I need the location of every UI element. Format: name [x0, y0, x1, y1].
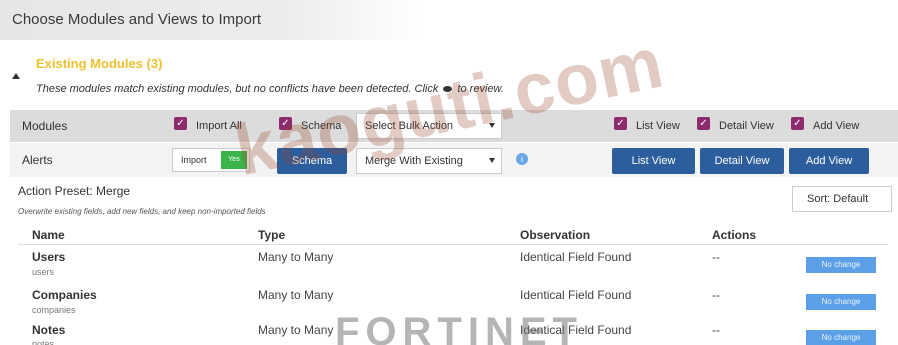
no-change-badge[interactable]: No change	[806, 330, 876, 345]
add-view-label: Add View	[813, 120, 860, 132]
row-name: Notes	[32, 323, 66, 337]
sort-select[interactable]: Sort: Default	[792, 186, 892, 212]
row-subname: companies	[32, 305, 76, 315]
alerts-label: Alerts	[22, 153, 53, 167]
header-divider	[18, 244, 888, 245]
title-bar: Choose Modules and Views to Import	[0, 0, 420, 40]
list-view-checkbox[interactable]: ✓	[614, 117, 627, 130]
import-all-checkbox[interactable]: ✓	[174, 117, 187, 130]
row-subname: notes	[32, 339, 55, 345]
page-title: Choose Modules and Views to Import	[12, 11, 262, 28]
import-toggle-label: Import	[181, 155, 207, 165]
row-observation: Identical Field Found	[520, 250, 632, 264]
add-view-checkbox[interactable]: ✓	[791, 117, 804, 130]
row-observation: Identical Field Found	[520, 288, 632, 302]
logo-text: FORTINET	[335, 310, 583, 345]
row-type: Many to Many	[258, 250, 334, 264]
row-actions: --	[712, 323, 720, 337]
row-subname: users	[32, 267, 55, 277]
row-type: Many to Many	[258, 323, 334, 337]
no-change-badge[interactable]: No change	[806, 294, 876, 310]
add-view-button[interactable]: Add View	[789, 148, 869, 174]
action-preset-title: Action Preset: Merge	[18, 184, 131, 198]
column-header-name: Name	[32, 228, 65, 242]
row-name: Users	[32, 250, 66, 264]
detail-view-label: Detail View	[719, 120, 774, 132]
list-view-button[interactable]: List View	[612, 148, 695, 174]
info-icon[interactable]: i	[516, 153, 528, 165]
list-view-label: List View	[636, 120, 680, 132]
existing-modules-heading[interactable]: Existing Modules (3)	[36, 56, 162, 71]
detail-view-checkbox[interactable]: ✓	[697, 117, 710, 130]
chevron-down-icon	[489, 158, 495, 163]
no-change-badge[interactable]: No change	[806, 257, 876, 273]
row-type: Many to Many	[258, 288, 334, 302]
fortinet-logo: FORTINET	[335, 310, 675, 345]
detail-view-button[interactable]: Detail View	[700, 148, 784, 174]
collapse-caret-icon[interactable]	[12, 73, 20, 79]
row-actions: --	[712, 250, 720, 264]
action-preset-description: Overwrite existing fields, add new field…	[18, 207, 266, 216]
row-name: Companies	[32, 288, 97, 302]
column-header-actions: Actions	[712, 228, 757, 242]
modules-label: Modules	[22, 119, 68, 133]
column-header-type: Type	[258, 228, 286, 242]
column-header-observation: Observation	[520, 228, 591, 242]
row-actions: --	[712, 288, 720, 302]
